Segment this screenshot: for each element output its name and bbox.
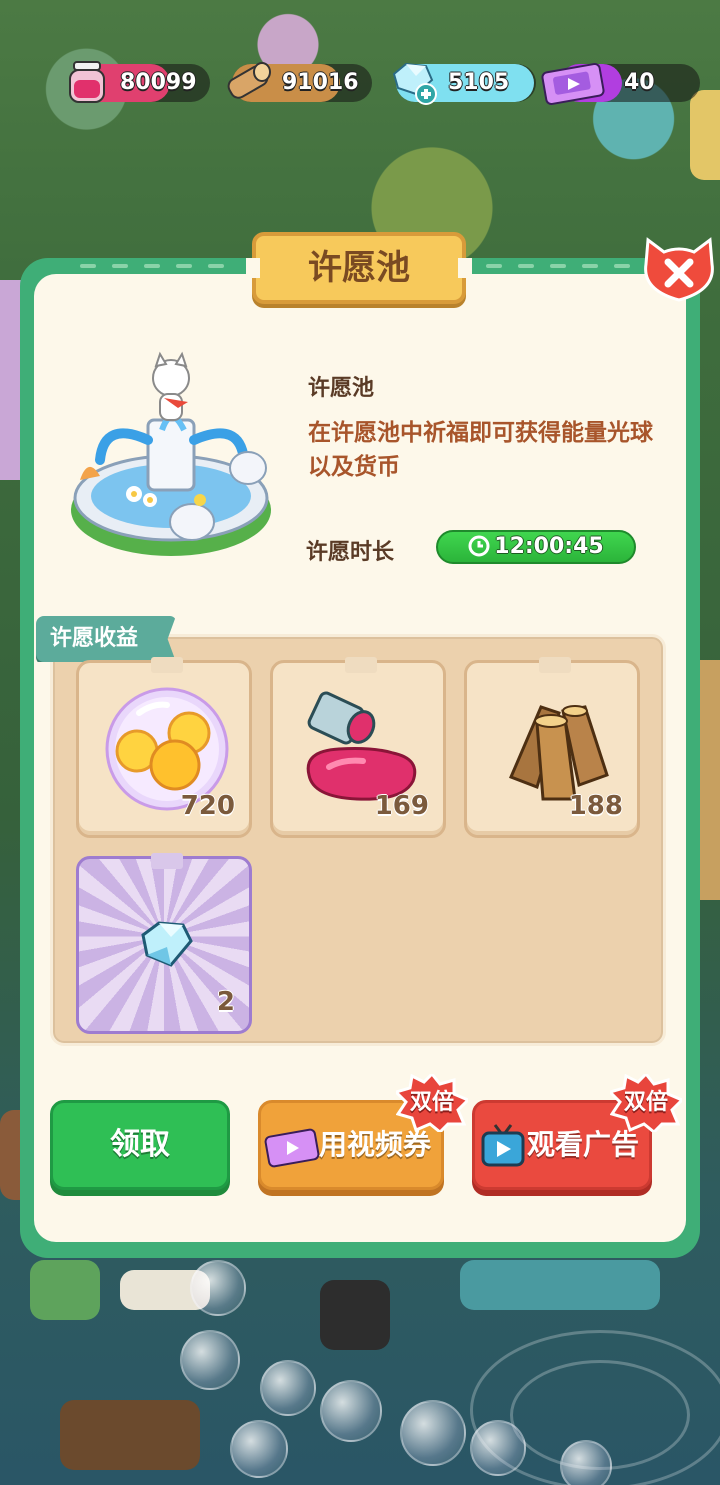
dialog-title-plate: 许愿池: [246, 232, 472, 304]
wish-duration-label: 许愿时长: [306, 540, 395, 565]
reward-slot-energy-orb[interactable]: 720: [76, 657, 252, 838]
info-description: 在许愿池中祈福即可获得能量光球以及货币: [308, 420, 653, 480]
clock-icon: [468, 535, 490, 557]
video-ticket-icon: [264, 1128, 320, 1168]
timer-value: 12:00:45: [494, 534, 604, 559]
crystal-add-icon[interactable]: [386, 56, 438, 108]
reward-slot-paint[interactable]: 169: [270, 657, 446, 838]
wood-count: 91016: [282, 70, 359, 95]
ticket-count: 40: [624, 70, 655, 95]
rewards-ribbon: 许愿收益: [36, 616, 176, 662]
close-button[interactable]: [640, 234, 718, 306]
reward-count: 2: [216, 987, 235, 1017]
crystal-count: 5105: [448, 70, 510, 95]
info-title: 许愿池: [308, 376, 375, 401]
claim-button[interactable]: 领取: [50, 1100, 230, 1190]
double-badge-ad: 双倍: [607, 1071, 685, 1135]
reward-slot-wood[interactable]: 188: [464, 657, 640, 838]
wish-duration-timer: 12:00:45: [436, 530, 636, 564]
paint-jar-icon: [69, 61, 105, 103]
double-badge-video: 双倍: [393, 1071, 471, 1135]
video-ticket-icon: [541, 62, 605, 106]
reward-count: 188: [568, 791, 623, 821]
double-badge-label: 双倍: [623, 1090, 668, 1115]
paint-count: 80099: [120, 70, 197, 95]
wishing-fountain-illustration: [71, 351, 271, 556]
wood-log-icon: [227, 62, 271, 99]
dialog-title: 许愿池: [308, 248, 410, 288]
reward-slot-crystal[interactable]: 2: [76, 853, 252, 1034]
double-badge-label: 双倍: [409, 1090, 454, 1115]
reward-count: 720: [180, 791, 235, 821]
claim-button-label: 领取: [110, 1127, 170, 1162]
reward-count: 169: [374, 791, 429, 821]
tv-play-icon: [481, 1124, 525, 1167]
